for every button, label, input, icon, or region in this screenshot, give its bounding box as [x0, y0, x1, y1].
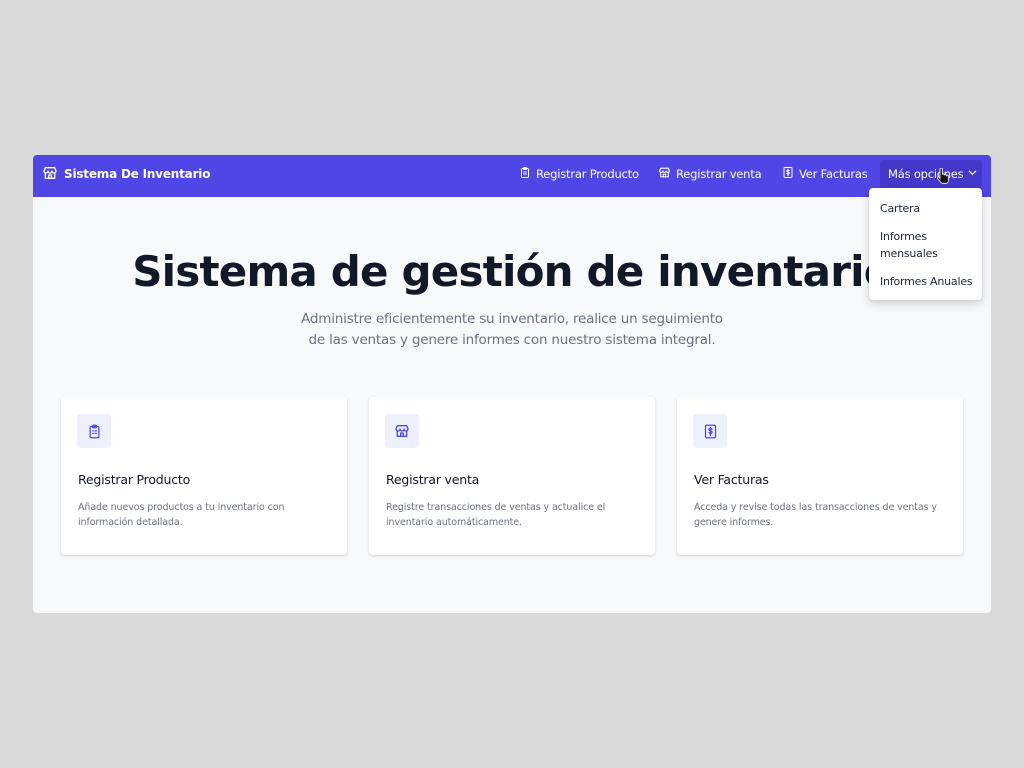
- more-options-dropdown: Cartera Informes mensuales Informes Anua…: [869, 188, 982, 300]
- clipboard-icon: [519, 166, 531, 182]
- app-window: Sistema De Inventario Registrar Producto…: [33, 155, 991, 613]
- card-ver-facturas[interactable]: Ver Facturas Acceda y revise todas las t…: [677, 397, 963, 555]
- card-title: Registrar venta: [386, 472, 480, 487]
- nav-registrar-venta-label: Registrar venta: [676, 167, 762, 181]
- card-registrar-producto[interactable]: Registrar Producto Añade nuevos producto…: [61, 397, 347, 555]
- card-title: Registrar Producto: [78, 472, 191, 487]
- store-icon: [385, 414, 419, 448]
- nav-ver-facturas[interactable]: Ver Facturas: [782, 155, 868, 193]
- card-registrar-venta[interactable]: Registrar venta Registre transacciones d…: [369, 397, 655, 555]
- brand-label: Sistema De Inventario: [64, 167, 211, 181]
- card-description: Acceda y revise todas las transacciones …: [694, 502, 937, 528]
- more-options-label: Más opciones: [888, 167, 964, 181]
- dropdown-item-informes-anuales[interactable]: Informes Anuales: [880, 273, 978, 290]
- card-description: Registre transacciones de ventas y actua…: [386, 502, 606, 528]
- card-title: Ver Facturas: [694, 472, 769, 487]
- nav-registrar-venta[interactable]: Registrar venta: [658, 155, 762, 193]
- more-options-button[interactable]: Más opciones: [880, 160, 982, 188]
- clipboard-icon: [77, 414, 111, 448]
- page-title: Sistema de gestión de inventario: [132, 247, 892, 296]
- dropdown-item-cartera[interactable]: Cartera: [880, 200, 978, 217]
- page-subtitle: Administre eficientemente su inventario,…: [301, 311, 723, 348]
- dollar-receipt-icon: [782, 166, 794, 182]
- nav-registrar-producto-label: Registrar Producto: [536, 167, 639, 181]
- dropdown-item-informes-mensuales[interactable]: Informes mensuales: [880, 228, 978, 262]
- navbar: Sistema De Inventario Registrar Producto…: [33, 155, 991, 197]
- dollar-receipt-icon: [693, 414, 727, 448]
- card-description: Añade nuevos productos a tu inventario c…: [78, 502, 285, 528]
- nav-ver-facturas-label: Ver Facturas: [799, 167, 868, 181]
- nav-registrar-producto[interactable]: Registrar Producto: [519, 155, 639, 193]
- brand[interactable]: Sistema De Inventario: [42, 155, 210, 193]
- chevron-down-icon: [967, 167, 978, 181]
- store-icon: [658, 166, 671, 182]
- store-icon: [42, 165, 58, 184]
- mouse-pointer-icon: [936, 167, 949, 188]
